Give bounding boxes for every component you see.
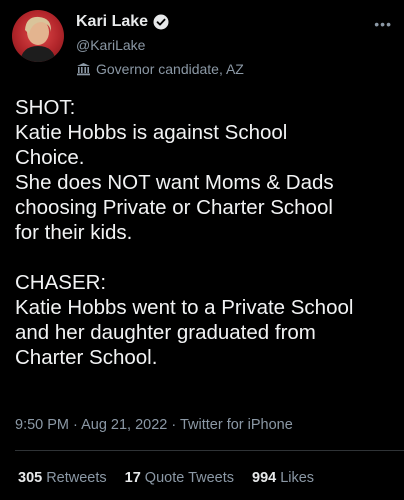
author-handle[interactable]: @KariLake [76, 37, 145, 53]
verified-badge-icon [153, 14, 169, 30]
author-name-row[interactable]: Kari Lake [76, 13, 169, 31]
retweets-count: 305 [18, 470, 43, 486]
account-label: Governor candidate, AZ [76, 61, 244, 77]
tweet-timestamp[interactable]: 9:50 PM · Aug 21, 2022 · Twitter for iPh… [15, 417, 293, 433]
author-name[interactable]: Kari Lake [76, 13, 148, 31]
tweet-line: Katie Hobbs went to a Private School [15, 296, 354, 319]
tweet-line: SHOT: [15, 96, 76, 119]
tweet-stats: 305 Retweets 17 Quote Tweets 994 Likes [18, 470, 314, 486]
avatar-image [20, 16, 56, 62]
quote-tweets-count: 17 [124, 470, 141, 486]
tweet-line: and her daughter graduated from [15, 321, 316, 344]
quote-tweets-label: Quote Tweets [144, 470, 234, 486]
tweet-line: CHASER: [15, 271, 107, 294]
tweet-text: SHOT: Katie Hobbs is against School Choi… [15, 95, 395, 370]
more-options-icon[interactable]: ••• [374, 16, 392, 32]
retweets-label: Retweets [46, 470, 107, 486]
account-label-text: Governor candidate, AZ [96, 61, 244, 77]
likes-label: Likes [280, 470, 315, 486]
likes-stat[interactable]: 994 Likes [252, 470, 314, 486]
likes-count: 994 [252, 470, 277, 486]
tweet-line: for their kids. [15, 221, 133, 244]
divider [15, 450, 404, 451]
tweet-line: She does NOT want Moms & Dads [15, 171, 334, 194]
tweet-line: Choice. [15, 146, 85, 169]
tweet-line: Charter School. [15, 346, 158, 369]
quote-tweets-stat[interactable]: 17 Quote Tweets [125, 470, 234, 486]
tweet-line: choosing Private or Charter School [15, 196, 333, 219]
avatar[interactable] [12, 10, 64, 62]
government-building-icon [76, 62, 91, 76]
tweet-line: Katie Hobbs is against School [15, 121, 288, 144]
retweets-stat[interactable]: 305 Retweets [18, 470, 107, 486]
